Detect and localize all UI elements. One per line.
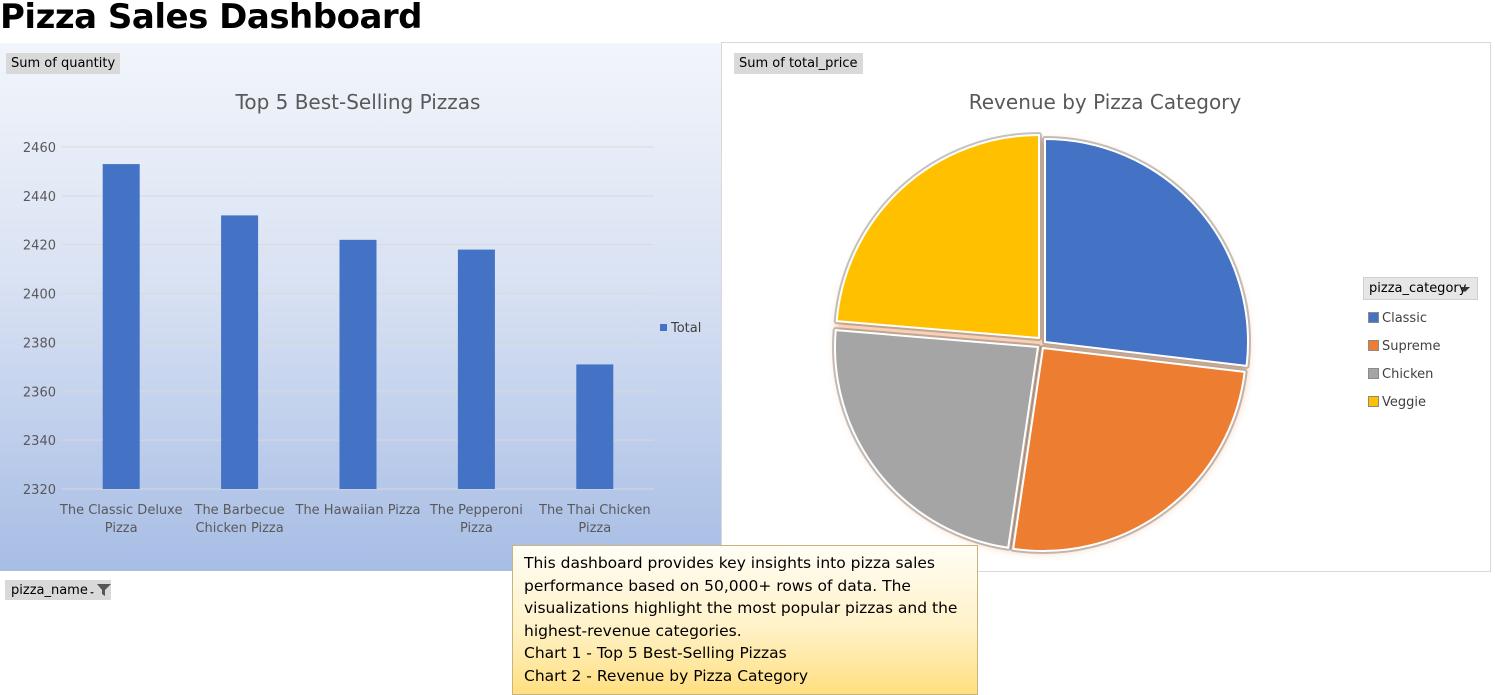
page-title: Pizza Sales Dashboard: [0, 0, 423, 37]
pie-slice-classic[interactable]: [1044, 138, 1249, 367]
legend-item-supreme[interactable]: Supreme: [1363, 337, 1478, 356]
pizza-name-filter-button[interactable]: pizza_name: [5, 580, 111, 600]
x-tick-label: The Barbecue: [194, 503, 285, 518]
y-tick-label: 2420: [23, 239, 56, 254]
x-tick-label: Pizza: [105, 521, 138, 536]
legend-swatch: [1368, 396, 1379, 407]
pie-slice-veggie[interactable]: [835, 134, 1040, 339]
y-tick-label: 2340: [23, 434, 56, 449]
bar[interactable]: [576, 364, 614, 489]
x-tick-label: Pizza: [460, 521, 493, 536]
x-tick-label: The Classic Deluxe: [59, 503, 183, 518]
pie-slice-supreme[interactable]: [1012, 347, 1246, 552]
legend-swatch: [660, 324, 667, 331]
bar-chart-legend: Total: [660, 321, 701, 336]
pizza-category-filter-button[interactable]: pizza_category: [1363, 277, 1478, 300]
bar[interactable]: [457, 249, 495, 489]
pie-chart-panel[interactable]: Sum of total_price Revenue by Pizza Cate…: [721, 42, 1491, 572]
y-tick-label: 2360: [23, 385, 56, 400]
x-tick-label: The Pepperoni: [429, 503, 523, 518]
legend-item-chicken[interactable]: Chicken: [1363, 365, 1478, 384]
legend-item-classic[interactable]: Classic: [1363, 309, 1478, 328]
legend-item-veggie[interactable]: Veggie: [1363, 393, 1478, 412]
description-line: highest-revenue categories.: [524, 621, 742, 640]
description-textbox[interactable]: This dashboard provides key insights int…: [512, 545, 978, 695]
y-tick-label: 2380: [23, 336, 56, 351]
y-tick-label: 2440: [23, 190, 56, 205]
description-line: visualizations highlight the most popula…: [524, 599, 958, 617]
pie-slice-chicken[interactable]: [834, 329, 1039, 549]
bar[interactable]: [221, 215, 259, 489]
bar[interactable]: [102, 164, 140, 489]
description-line: Chart 2 - Revenue by Pizza Category: [524, 666, 809, 685]
legend-label: Chicken: [1382, 367, 1434, 382]
x-tick-label: Chicken Pizza: [195, 521, 283, 536]
x-tick-label: The Thai Chicken: [538, 503, 651, 518]
legend-header-label: pizza_category: [1369, 281, 1467, 296]
legend-swatch: [1368, 368, 1379, 379]
pie-chart-legend: pizza_category Classic Supreme Chicken Vegg…: [1363, 277, 1478, 412]
bar-chart-plot: 2320 2340 2360 2380 2400 2420 2440 2460 The Clas…: [23, 141, 654, 536]
chevron-down-icon[interactable]: [1460, 287, 1470, 292]
bar[interactable]: [339, 239, 377, 489]
funnel-filter-icon[interactable]: [89, 582, 115, 598]
description-line: Chart 1 - Top 5 Best-Selling Pizzas: [524, 644, 787, 662]
legend-label: Veggie: [1382, 395, 1426, 410]
y-tick-label: 2320: [23, 483, 56, 498]
legend-label: Classic: [1382, 311, 1427, 326]
legend-label-total: Total: [671, 321, 702, 336]
legend-swatch: [1368, 340, 1379, 351]
x-tick-label: The Hawaiian Pizza: [295, 503, 421, 518]
legend-swatch: [1368, 312, 1379, 323]
description-line: This dashboard provides key insights int…: [524, 554, 935, 572]
bar-chart-panel[interactable]: Sum of quantity Top 5 Best-Selling Pizza…: [0, 43, 721, 600]
x-tick-label: Pizza: [578, 521, 611, 536]
filter-button-label: pizza_name: [11, 583, 88, 598]
pie-chart-plot: [832, 132, 1251, 554]
y-tick-label: 2460: [23, 141, 56, 156]
legend-label: Supreme: [1382, 339, 1441, 354]
y-tick-label: 2400: [23, 288, 56, 303]
description-line: performance based on 50,000+ rows of dat…: [524, 576, 911, 595]
